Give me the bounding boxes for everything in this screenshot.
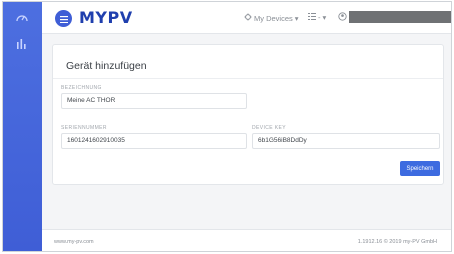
devices-icon [244,13,252,23]
chevron-down-icon: ▾ [294,13,299,23]
serial-label: Seriennummer [61,125,107,131]
my-devices-menu[interactable]: My Devices ▾ [244,13,299,23]
sidebar [3,2,42,251]
name-label: Bezeichnung [61,85,102,91]
sidebar-item-dashboard[interactable] [11,9,33,31]
user-menu[interactable] [338,11,451,23]
top-bar: MYPV My Devices ▾ - ▾ [42,2,451,34]
menu-button[interactable] [55,10,72,27]
app-window: MYPV My Devices ▾ - ▾ Gerät hinzufügen B… [2,1,452,252]
footer-version-copyright: 1.1912.16 © 2019 my-PV GmbH [357,239,437,245]
footer: www.my-pv.com 1.1912.16 © 2019 my-PV Gmb… [42,229,451,251]
gauge-icon [15,11,29,30]
list-icon [308,13,316,22]
chevron-down-icon: ▾ [322,13,327,22]
page-title: Gerät hinzufügen [66,60,147,72]
list-menu-label: - [318,13,321,22]
footer-website-link[interactable]: www.my-pv.com [54,239,94,245]
logo: MYPV [79,8,133,27]
add-device-card: Gerät hinzufügen Bezeichnung Meine AC TH… [52,44,444,185]
serial-field[interactable]: 1601241602910035 [61,133,247,149]
save-button[interactable]: Speichern [400,161,440,176]
redacted-username [349,11,451,23]
bar-chart-icon [15,37,29,56]
sidebar-item-statistics[interactable] [11,35,33,57]
user-icon [338,11,347,23]
hamburger-icon [59,10,68,28]
my-devices-label: My Devices [254,13,293,23]
device-key-field[interactable]: 6b1G56iB8DdDy [252,133,440,149]
list-menu[interactable]: - ▾ [308,13,326,22]
name-field[interactable]: Meine AC THOR [61,93,247,109]
device-key-label: Device Key [252,125,287,131]
divider [53,78,443,79]
